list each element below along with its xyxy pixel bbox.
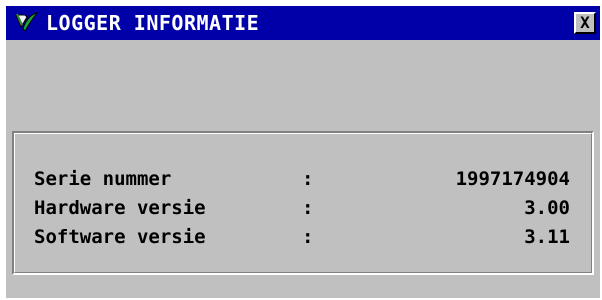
close-icon: X: [580, 13, 590, 32]
software-version-separator: :: [302, 226, 314, 248]
hardware-version-label: Hardware versie: [34, 197, 206, 219]
title-bar[interactable]: LOGGER INFORMATIE X: [6, 6, 600, 40]
hardware-version-separator: :: [302, 197, 314, 219]
hardware-version-row: Hardware versie : 3.00: [34, 197, 570, 223]
software-version-value: 3.11: [524, 226, 570, 248]
logger-info-window: LOGGER INFORMATIE X Serie nummer : 19971…: [6, 6, 600, 298]
close-button[interactable]: X: [574, 12, 596, 34]
serial-number-separator: :: [302, 168, 314, 190]
software-version-row: Software versie : 3.11: [34, 226, 570, 252]
serial-number-value: 1997174904: [455, 168, 570, 190]
hardware-version-value: 3.00: [524, 197, 570, 219]
serial-number-row: Serie nummer : 1997174904: [34, 168, 570, 194]
info-panel: Serie nummer : 1997174904 Hardware versi…: [12, 131, 594, 275]
software-version-label: Software versie: [34, 226, 206, 248]
serial-number-label: Serie nummer: [34, 168, 172, 190]
window-title: LOGGER INFORMATIE: [46, 11, 260, 35]
logger-app-icon: [12, 10, 40, 36]
